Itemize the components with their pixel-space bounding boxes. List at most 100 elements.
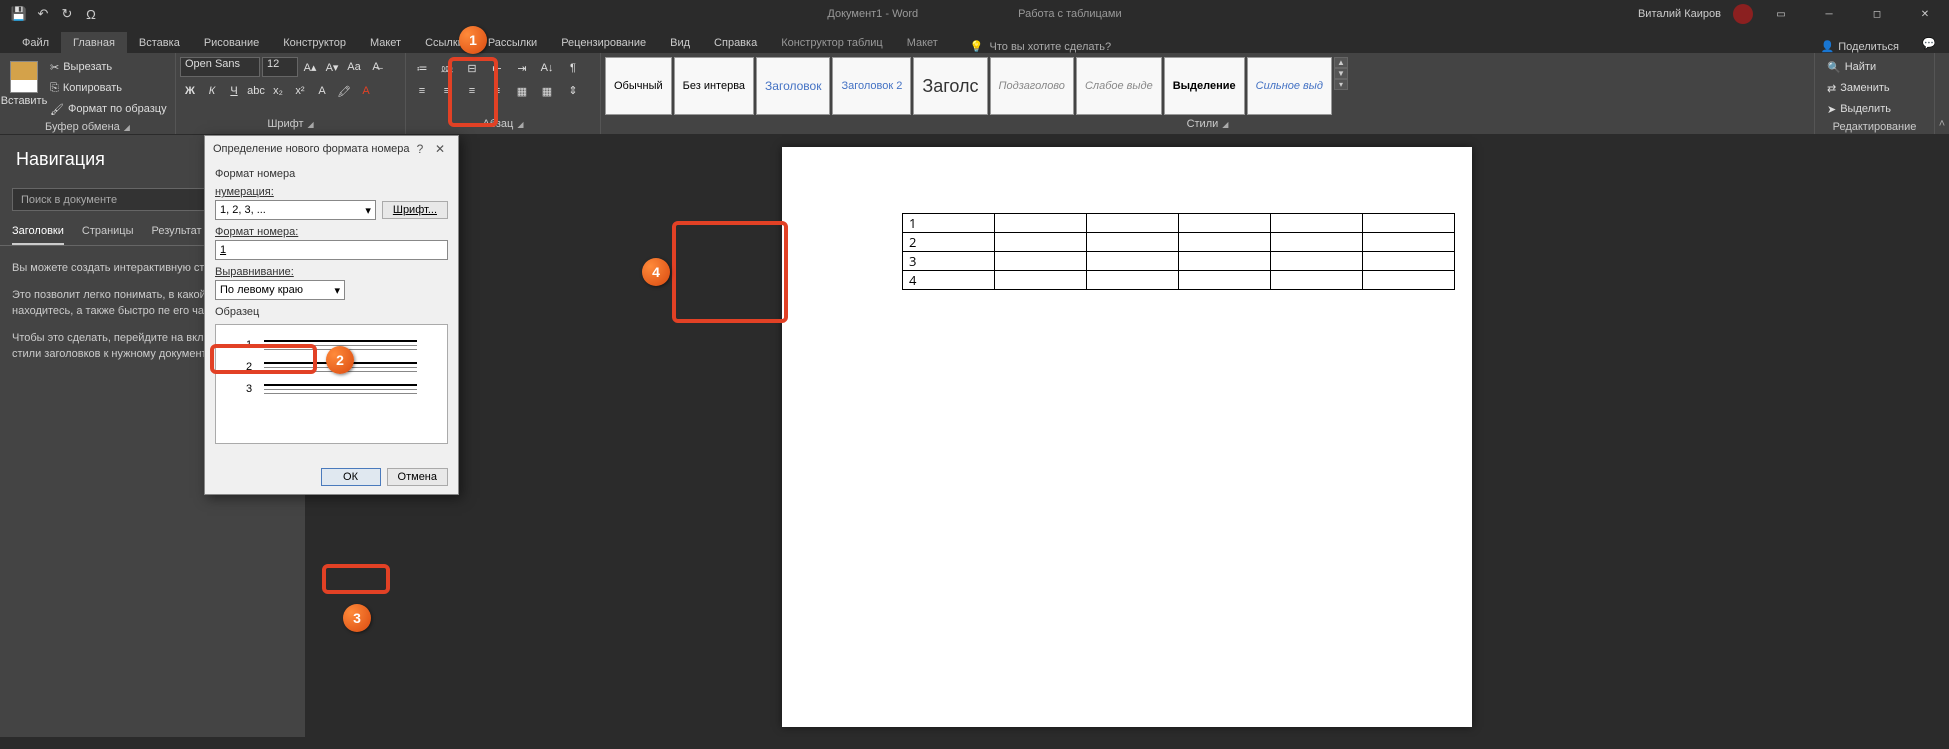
change-case-icon[interactable]: Aa [344,57,364,77]
cut-button[interactable]: ✂Вырезать [46,57,171,77]
minimize-icon[interactable]: ─ [1809,0,1849,28]
font-color-icon[interactable]: A [356,81,376,101]
comments-icon[interactable]: 💬 [1919,33,1939,53]
style-heading2[interactable]: Заголовок 2 [832,57,911,115]
share-icon: 👤 [1821,40,1835,53]
chevron-down-icon: ▾ [365,204,371,217]
highlight-icon[interactable]: 🖍 [334,81,354,101]
numbering-label: нумерация: [215,186,448,198]
styles-launcher-icon[interactable]: ◢ [1222,120,1228,129]
style-title[interactable]: Заголс [913,57,987,115]
callout-1: 1 [459,26,487,54]
ribbon-options-icon[interactable]: ▭ [1761,0,1801,28]
dialog-help-icon[interactable]: ? [410,142,430,156]
dialog-title: Определение нового формата номера [213,143,410,155]
multilevel-icon[interactable]: ⊟ [460,57,484,79]
font-launcher-icon[interactable]: ◢ [308,120,314,129]
alignment-combo[interactable]: По левому краю▾ [215,280,345,300]
select-button[interactable]: ➤Выделить [1823,99,1895,119]
indent-icon[interactable]: ⇥ [510,57,534,79]
font-combo[interactable]: Open Sans [180,57,260,77]
number-format-dialog: Определение нового формата номера ? ✕ Фо… [204,135,459,495]
underline-icon[interactable]: Ч [224,81,244,101]
clear-format-icon[interactable]: A̶ [366,57,386,77]
collapse-ribbon-icon[interactable]: ˄ [1935,53,1949,134]
borders-icon[interactable]: ▦ [535,80,559,102]
styles-more-icon[interactable]: ▾ [1334,79,1348,90]
tab-mail[interactable]: Рассылки [476,32,549,53]
font-button[interactable]: Шрифт... [382,201,448,219]
style-emphasis[interactable]: Выделение [1164,57,1245,115]
tab-help[interactable]: Справка [702,32,769,53]
maximize-icon[interactable]: ◻ [1857,0,1897,28]
replace-button[interactable]: ⇄Заменить [1823,78,1895,98]
clipboard-launcher-icon[interactable]: ◢ [124,123,130,132]
bullets-icon[interactable]: ≔ [410,57,434,79]
outdent-icon[interactable]: ⇤ [485,57,509,79]
superscript-icon[interactable]: x² [290,81,310,101]
document-area[interactable]: 1 2 3 4 [305,135,1949,737]
dialog-close-icon[interactable]: ✕ [430,142,450,156]
subscript-icon[interactable]: x₂ [268,81,288,101]
strike-icon[interactable]: abc [246,81,266,101]
ok-button[interactable]: ОК [321,468,381,486]
italic-icon[interactable]: К [202,81,222,101]
numbering-combo[interactable]: 1, 2, 3, ...▾ [215,200,376,220]
tell-me-input[interactable]: 💡Что вы хотите сделать? [970,40,1111,53]
tab-design[interactable]: Конструктор [271,32,358,53]
shrink-font-icon[interactable]: A▾ [322,57,342,77]
style-subtle-emph[interactable]: Слабое выде [1076,57,1162,115]
size-combo[interactable]: 12 [262,57,298,77]
nav-tab-headings[interactable]: Заголовки [12,225,64,245]
style-nospacing[interactable]: Без интерва [674,57,754,115]
style-normal[interactable]: Обычный [605,57,672,115]
format-painter-button[interactable]: 🖌Формат по образцу [46,99,171,119]
style-intense[interactable]: Сильное выд [1247,57,1332,115]
line-spacing-icon[interactable]: ⇕ [561,79,585,101]
grow-font-icon[interactable]: A▴ [300,57,320,77]
close-icon[interactable]: ✕ [1905,0,1945,28]
sample-label: Образец [215,306,448,318]
styles-up-icon[interactable]: ▲ [1334,57,1348,68]
text-effects-icon[interactable]: A [312,81,332,101]
align-center-icon[interactable]: ≡ [435,80,459,102]
format-input[interactable] [215,240,448,260]
tab-review[interactable]: Рецензирование [549,32,658,53]
tab-draw[interactable]: Рисование [192,32,271,53]
tab-file[interactable]: Файл [10,32,61,53]
omega-icon[interactable]: Ω [80,3,102,25]
context-title: Работа с таблицами [1018,8,1121,20]
document-table[interactable]: 1 2 3 4 [902,213,1455,290]
brush-icon: 🖌 [50,103,64,116]
undo-icon[interactable]: ↶ [32,3,54,25]
style-subtitle[interactable]: Подзаголово [990,57,1074,115]
styles-down-icon[interactable]: ▼ [1334,68,1348,79]
share-button[interactable]: 👤Поделиться [1821,40,1899,53]
tab-table-layout[interactable]: Макет [895,32,950,53]
shading-icon[interactable]: ▦ [510,80,534,102]
tab-view[interactable]: Вид [658,32,702,53]
find-button[interactable]: 🔍Найти [1823,57,1895,77]
redo-icon[interactable]: ↻ [56,3,78,25]
nav-tab-results[interactable]: Результат [152,225,202,245]
numbering-icon[interactable]: ⅏ [435,57,459,79]
avatar[interactable] [1733,4,1753,24]
paragraph-launcher-icon[interactable]: ◢ [517,120,523,129]
justify-icon[interactable]: ≡ [485,80,509,102]
paste-button[interactable]: Вставить [4,57,44,107]
pilcrow-icon[interactable]: ¶ [561,57,585,79]
cancel-button[interactable]: Отмена [387,468,448,486]
align-left-icon[interactable]: ≡ [410,80,434,102]
sort-icon[interactable]: A↓ [535,57,559,79]
align-right-icon[interactable]: ≡ [460,80,484,102]
nav-tab-pages[interactable]: Страницы [82,225,134,245]
tab-insert[interactable]: Вставка [127,32,192,53]
style-heading1[interactable]: Заголовок [756,57,830,115]
tab-home[interactable]: Главная [61,32,127,53]
save-icon[interactable]: 💾 [8,3,30,25]
tab-table-design[interactable]: Конструктор таблиц [769,32,894,53]
dialog-section-label: Формат номера [215,168,448,180]
tab-layout[interactable]: Макет [358,32,413,53]
bold-icon[interactable]: Ж [180,81,200,101]
copy-button[interactable]: ⎘Копировать [46,78,171,98]
